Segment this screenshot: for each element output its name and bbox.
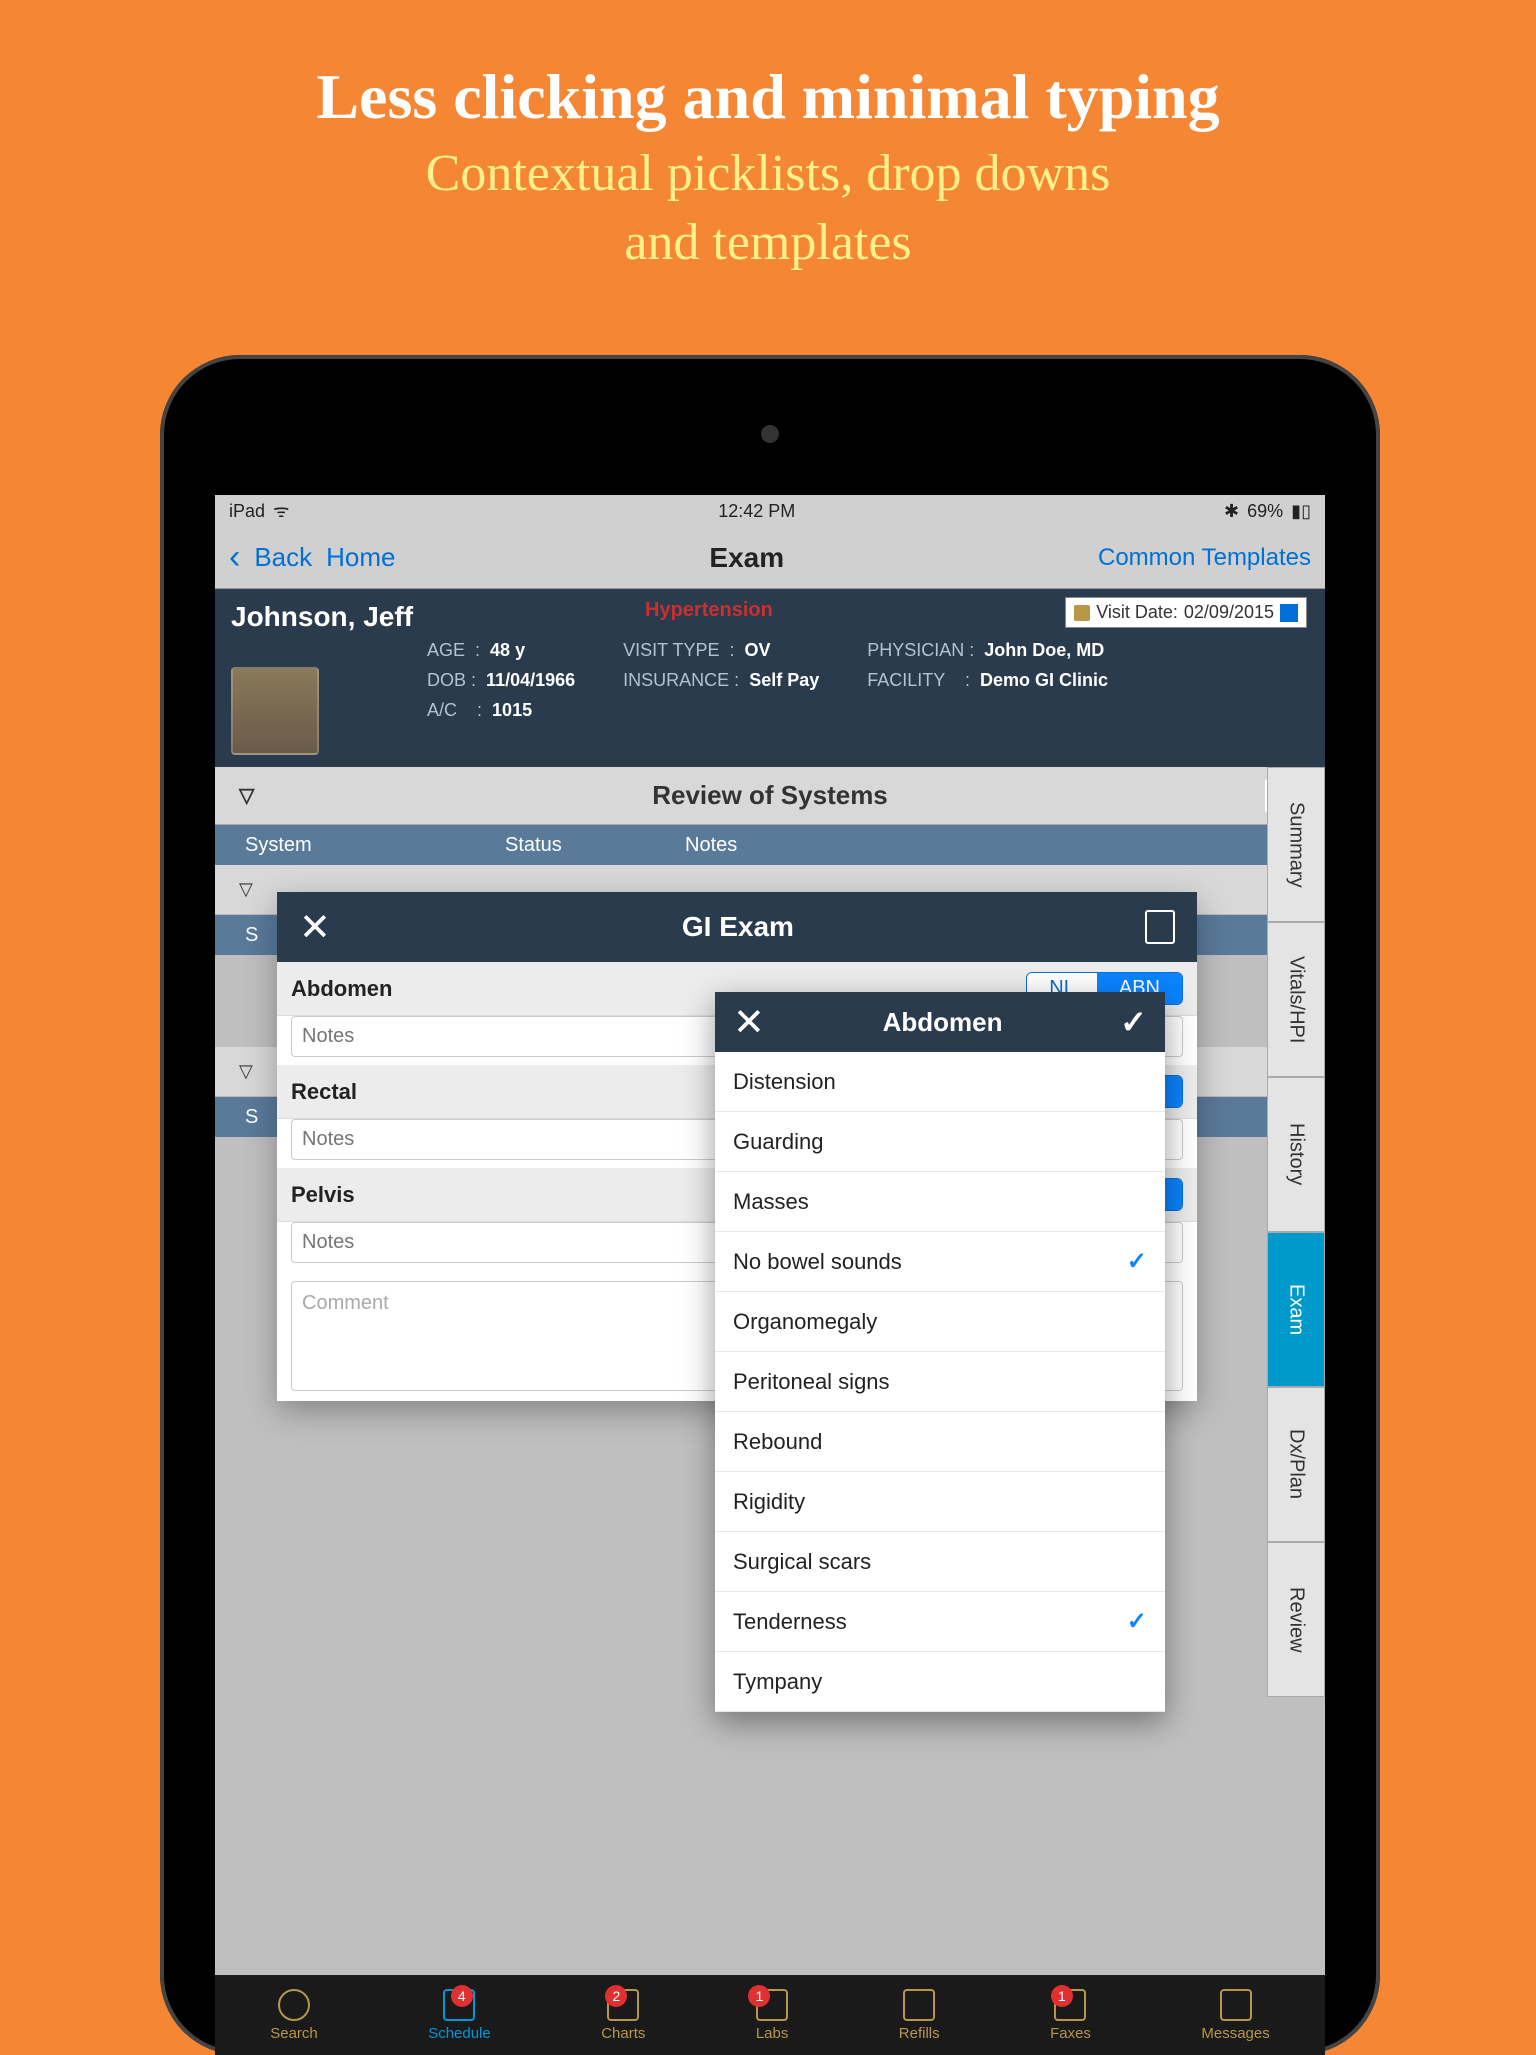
tab-refills[interactable]: Refills <box>899 1989 940 2042</box>
picklist-item-label: Surgical scars <box>733 1549 871 1575</box>
side-tab-dxplan[interactable]: Dx/Plan <box>1267 1387 1325 1542</box>
tab-labs[interactable]: Labs1 <box>756 1989 789 2042</box>
modal-title: GI Exam <box>682 911 794 943</box>
ipad-frame: iPad ᯤ 12:42 PM ✱ 69% ▮▯ ‹ Back Home Exa… <box>160 355 1380 2055</box>
tab-label: Refills <box>899 2025 940 2042</box>
badge: 4 <box>451 1985 473 2007</box>
picklist-item[interactable]: Surgical scars <box>715 1532 1165 1592</box>
close-icon[interactable]: ✕ <box>733 1000 765 1045</box>
nav-bar: ‹ Back Home Exam Common Templates <box>215 527 1325 589</box>
check-icon: ✓ <box>1127 1607 1147 1636</box>
picklist-item-label: Distension <box>733 1069 836 1095</box>
patient-name: Johnson, Jeff <box>231 601 413 633</box>
back-chevron-icon[interactable]: ‹ <box>229 538 240 577</box>
home-button[interactable]: Home <box>326 542 395 573</box>
check-icon: ✓ <box>1127 1247 1147 1276</box>
headline-sub1: Contextual picklists, drop downs <box>0 144 1536 203</box>
abdomen-picklist: ✕ Abdomen ✓ Distension Guarding Masses No b… <box>715 992 1165 1712</box>
common-templates-button[interactable]: Common Templates <box>1098 544 1311 572</box>
search-icon <box>278 1989 310 2021</box>
visit-date-picker[interactable]: Visit Date:02/09/2015 <box>1065 597 1307 628</box>
column-headers: System Status Notes <box>215 825 1325 865</box>
picklist-item[interactable]: Distension <box>715 1052 1165 1112</box>
back-button[interactable]: Back <box>254 542 312 573</box>
side-tab-vitalshpi[interactable]: Vitals/HPI <box>1267 922 1325 1077</box>
tab-messages[interactable]: Messages <box>1201 1989 1269 2042</box>
collapse-icon[interactable]: ▽ <box>239 879 253 900</box>
side-tab-exam[interactable]: Exam <box>1267 1232 1325 1387</box>
tab-search[interactable]: Search <box>270 1989 318 2042</box>
picklist-item[interactable]: No bowel sounds ✓ <box>715 1232 1165 1292</box>
picklist-item-label: No bowel sounds <box>733 1249 902 1275</box>
collapse-icon[interactable]: ▽ <box>239 783 254 808</box>
calendar-icon <box>1280 604 1298 622</box>
side-tab-history[interactable]: History <box>1267 1077 1325 1232</box>
tab-charts[interactable]: Charts2 <box>601 1989 645 2042</box>
tab-label: Charts <box>601 2025 645 2042</box>
picklist-item-label: Tympany <box>733 1669 822 1695</box>
bluetooth-icon: ✱ <box>1224 501 1239 522</box>
picklist-item-label: Peritoneal signs <box>733 1369 890 1395</box>
person-icon <box>1074 605 1090 621</box>
picklist-item-label: Rigidity <box>733 1489 805 1515</box>
picklist-item-label: Tenderness <box>733 1609 847 1635</box>
patient-bar: Johnson, Jeff AGE : 48 y DOB : 11/04/196… <box>215 589 1325 767</box>
badge: 1 <box>1051 1985 1073 2007</box>
status-bar: iPad ᯤ 12:42 PM ✱ 69% ▮▯ <box>215 495 1325 527</box>
picklist-item[interactable]: Rigidity <box>715 1472 1165 1532</box>
page-title: Exam <box>709 542 784 574</box>
headline-title: Less clicking and minimal typing <box>0 60 1536 134</box>
tab-faxes[interactable]: Faxes1 <box>1050 1989 1091 2042</box>
side-tab-summary[interactable]: Summary <box>1267 767 1325 922</box>
battery-pct: 69% <box>1247 501 1283 522</box>
collapse-icon[interactable]: ▽ <box>239 1061 253 1082</box>
refills-icon <box>903 1989 935 2021</box>
camera-icon <box>761 425 779 443</box>
picklist-item[interactable]: Tympany <box>715 1652 1165 1712</box>
picklist-item[interactable]: Organomegaly <box>715 1292 1165 1352</box>
picklist-item-label: Masses <box>733 1189 809 1215</box>
tab-label: Messages <box>1201 2025 1269 2042</box>
messages-icon <box>1220 1989 1252 2021</box>
tab-label: Schedule <box>428 2025 491 2042</box>
section-header: ▽ Review of Systems <box>215 767 1325 825</box>
tab-label: Faxes <box>1050 2025 1091 2042</box>
picklist-item-label: Rebound <box>733 1429 822 1455</box>
side-tab-review[interactable]: Review <box>1267 1542 1325 1697</box>
picklist-item[interactable]: Masses <box>715 1172 1165 1232</box>
picklist-item[interactable]: Tenderness ✓ <box>715 1592 1165 1652</box>
picklist-item[interactable]: Peritoneal signs <box>715 1352 1165 1412</box>
device-label: iPad <box>229 501 265 522</box>
picklist-item[interactable]: Guarding <box>715 1112 1165 1172</box>
save-icon[interactable] <box>1145 910 1175 944</box>
wifi-icon: ᯤ <box>273 499 289 523</box>
side-tabs: SummaryVitals/HPIHistoryExamDx/PlanRevie… <box>1267 767 1325 1998</box>
picklist-item-label: Organomegaly <box>733 1309 877 1335</box>
content-area: ▽ Review of Systems System Status Notes … <box>215 767 1325 1998</box>
close-icon[interactable]: ✕ <box>299 905 331 950</box>
marketing-headline: Less clicking and minimal typing Context… <box>0 0 1536 272</box>
clock: 12:42 PM <box>718 501 795 522</box>
tab-label: Search <box>270 2025 318 2042</box>
headline-sub2: and templates <box>0 213 1536 272</box>
tab-label: Labs <box>756 2025 789 2042</box>
badge: 2 <box>605 1985 627 2007</box>
bottom-tab-bar: SearchSchedule4Charts2Labs1RefillsFaxes1… <box>215 1975 1325 2055</box>
picklist-title: Abdomen <box>883 1007 1003 1038</box>
confirm-icon[interactable]: ✓ <box>1120 1003 1147 1041</box>
alert-badge: Hypertension <box>645 599 773 622</box>
badge: 1 <box>748 1985 770 2007</box>
picklist-item[interactable]: Rebound <box>715 1412 1165 1472</box>
picklist-item-label: Guarding <box>733 1129 824 1155</box>
battery-icon: ▮▯ <box>1291 501 1311 522</box>
tab-schedule[interactable]: Schedule4 <box>428 1989 491 2042</box>
avatar[interactable] <box>231 667 319 755</box>
screen: iPad ᯤ 12:42 PM ✱ 69% ▮▯ ‹ Back Home Exa… <box>215 495 1325 2055</box>
